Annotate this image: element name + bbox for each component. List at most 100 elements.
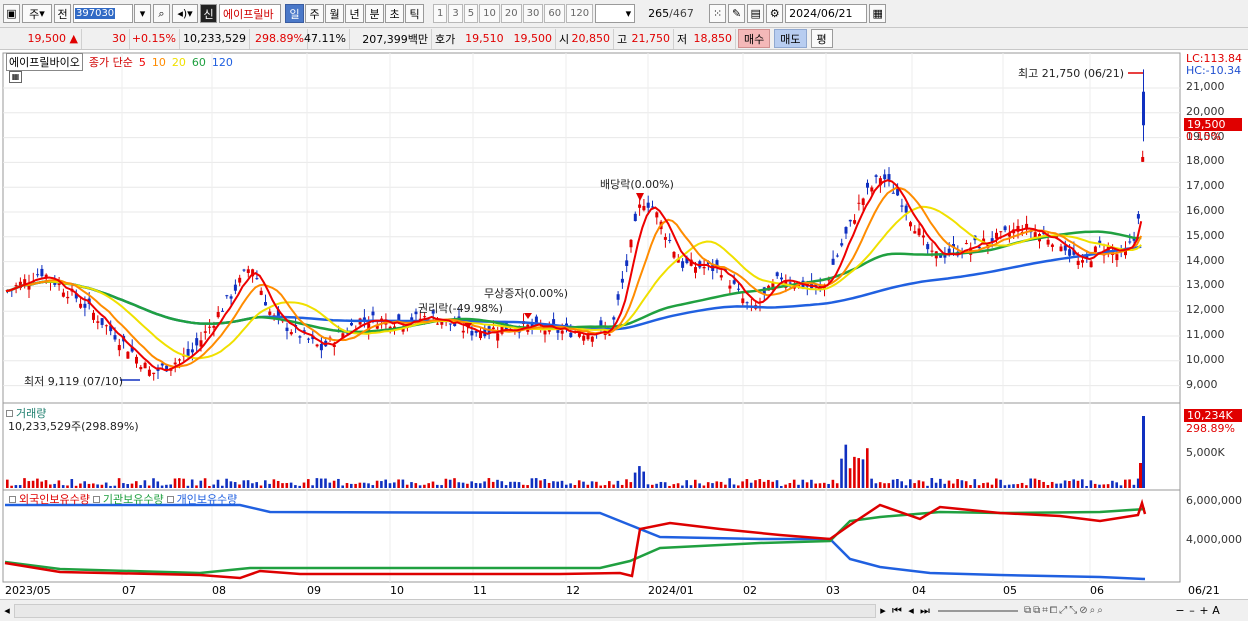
volume-bar bbox=[715, 481, 719, 488]
period-select[interactable]: 주 ▾ bbox=[22, 4, 52, 23]
period-button-0[interactable]: 1 bbox=[433, 4, 448, 23]
volume-bar bbox=[1115, 482, 1118, 488]
candle-body bbox=[259, 290, 263, 295]
period-button-2[interactable]: 5 bbox=[463, 4, 479, 23]
candle-body bbox=[461, 330, 465, 333]
settings-gear-icon[interactable]: ⚙ bbox=[766, 4, 784, 23]
interval-tab-4[interactable]: 분 bbox=[365, 4, 384, 23]
holding-legend-2[interactable]: 개인보유수량 bbox=[177, 491, 238, 507]
period-button-1[interactable]: 3 bbox=[448, 4, 463, 23]
current-pct-label: 0.15% bbox=[1186, 130, 1221, 143]
interval-tab-5[interactable]: 초 bbox=[385, 4, 404, 23]
volume-bar bbox=[169, 484, 172, 488]
sell-button[interactable]: 매도 bbox=[774, 29, 807, 48]
period-button-3[interactable]: 10 bbox=[479, 4, 500, 23]
calendar-icon[interactable]: ▦ bbox=[869, 4, 887, 23]
stock-legend-label[interactable]: 에이프릴바이오 bbox=[6, 53, 83, 71]
search-icon[interactable]: ⌕ bbox=[153, 4, 170, 23]
volume-bar bbox=[749, 482, 753, 488]
scope-select[interactable]: 전 bbox=[54, 4, 71, 23]
zoom-out-icon[interactable]: − bbox=[1174, 604, 1186, 617]
count-field[interactable]: 265/467 bbox=[645, 4, 699, 23]
volume-bar bbox=[900, 481, 903, 488]
volume-bar bbox=[517, 482, 521, 488]
volume-toggle-icon[interactable] bbox=[6, 409, 13, 417]
sound-icon[interactable]: ◂)▾ bbox=[172, 4, 198, 23]
text-tool-icon[interactable]: A bbox=[1210, 604, 1222, 617]
holding-toggle-icon[interactable] bbox=[166, 495, 174, 503]
interval-tab-3[interactable]: 년 bbox=[345, 4, 364, 23]
holding-legend-0[interactable]: 외국인보유수량 bbox=[19, 491, 90, 507]
candle-body bbox=[66, 296, 70, 299]
ma-legend-4[interactable]: 120 bbox=[212, 56, 233, 69]
candle-body bbox=[577, 333, 581, 337]
zoom-slider-icon[interactable]: – bbox=[1186, 604, 1198, 617]
panel-tools-icon[interactable]: ⧉⧉⌗⧠⤢⤡⊘⌕⌕ bbox=[1024, 605, 1174, 616]
candle-body bbox=[225, 295, 229, 297]
code-dropdown-icon[interactable]: ▾ bbox=[134, 4, 151, 23]
zoom-in-icon[interactable]: + bbox=[1198, 604, 1210, 617]
draw-tool-icon[interactable]: ✎ bbox=[728, 4, 746, 23]
volume-bar bbox=[358, 482, 362, 488]
ma-legend-3[interactable]: 60 bbox=[192, 56, 206, 69]
interval-tab-1[interactable]: 주 bbox=[305, 4, 324, 23]
period-button-6[interactable]: 60 bbox=[544, 4, 566, 23]
scroll-right-icon[interactable]: ▸ bbox=[876, 604, 890, 617]
holding-toggle-icon[interactable] bbox=[9, 495, 16, 503]
candle-body bbox=[268, 311, 272, 315]
ma-legend-2[interactable]: 20 bbox=[172, 56, 186, 69]
table-toggle-icon[interactable]: ▦ bbox=[9, 71, 22, 83]
candle-body bbox=[672, 251, 676, 258]
volume-bar bbox=[1020, 482, 1024, 488]
window-icon[interactable]: ▣ bbox=[3, 4, 20, 23]
volume-bar bbox=[49, 484, 52, 488]
volume-bar bbox=[268, 483, 271, 488]
volume-bar bbox=[1102, 484, 1106, 488]
volume-bar bbox=[233, 482, 237, 488]
candle-body bbox=[857, 202, 861, 204]
stock-name-field[interactable]: 에이프릴바 bbox=[219, 4, 281, 23]
volume-bar bbox=[500, 481, 504, 488]
min-price-label: 최저 9,119 (07/10) bbox=[24, 375, 124, 388]
chart-canvas[interactable] bbox=[0, 51, 1248, 599]
volume-bar bbox=[281, 483, 284, 488]
volume-bar bbox=[569, 483, 572, 488]
period-button-7[interactable]: 120 bbox=[566, 4, 594, 23]
ma-legend-0[interactable]: 5 bbox=[139, 56, 146, 69]
next-page-icon[interactable]: ⏭ bbox=[918, 604, 932, 618]
first-page-icon[interactable]: ⏮ bbox=[890, 604, 904, 618]
interval-tab-2[interactable]: 월 bbox=[325, 4, 344, 23]
holding-toggle-icon[interactable] bbox=[92, 495, 100, 503]
prev-page-icon[interactable]: ◂ bbox=[904, 604, 918, 617]
period-button-5[interactable]: 30 bbox=[522, 4, 544, 23]
volume-bar bbox=[556, 481, 559, 488]
ma-legend-1[interactable]: 10 bbox=[152, 56, 166, 69]
interval-tab-6[interactable]: 틱 bbox=[405, 4, 424, 23]
period-button-4[interactable]: 20 bbox=[500, 4, 522, 23]
volume-bar bbox=[405, 484, 409, 488]
candle-body bbox=[909, 222, 912, 227]
zoom-dots-icon[interactable]: ⁙ bbox=[709, 4, 727, 23]
volume-bar bbox=[676, 483, 680, 488]
candle-body bbox=[663, 237, 667, 240]
price-legend: 에이프릴바이오 종가 단순 5 10 20 60 120 bbox=[6, 53, 233, 71]
custom-period-field[interactable]: ▾ bbox=[595, 4, 636, 23]
volume-bar bbox=[212, 484, 215, 488]
scroll-left-icon[interactable]: ◂ bbox=[0, 604, 14, 617]
candle-body bbox=[995, 232, 998, 239]
save-icon[interactable]: ▤ bbox=[747, 4, 765, 23]
date-field[interactable]: 2024/06/21 bbox=[785, 4, 868, 23]
volume-bar bbox=[423, 484, 426, 488]
volume-bar bbox=[453, 478, 456, 488]
volume-bar bbox=[285, 483, 289, 488]
eval-button[interactable]: 평 bbox=[810, 29, 833, 48]
holding-legend-1[interactable]: 기관보유수량 bbox=[103, 491, 164, 507]
candle-body bbox=[874, 175, 878, 177]
code-input[interactable]: 397030 bbox=[73, 4, 133, 23]
quote-bar: 19,500 ▲ 30 +0.15% 10,233,529 298.89% 47… bbox=[0, 28, 1248, 50]
interval-tab-0[interactable]: 일 bbox=[285, 4, 304, 23]
buy-button[interactable]: 매수 bbox=[738, 29, 771, 48]
zoom-slider[interactable] bbox=[938, 609, 1018, 612]
volume-bar bbox=[741, 481, 744, 488]
scroll-track[interactable] bbox=[14, 603, 876, 618]
